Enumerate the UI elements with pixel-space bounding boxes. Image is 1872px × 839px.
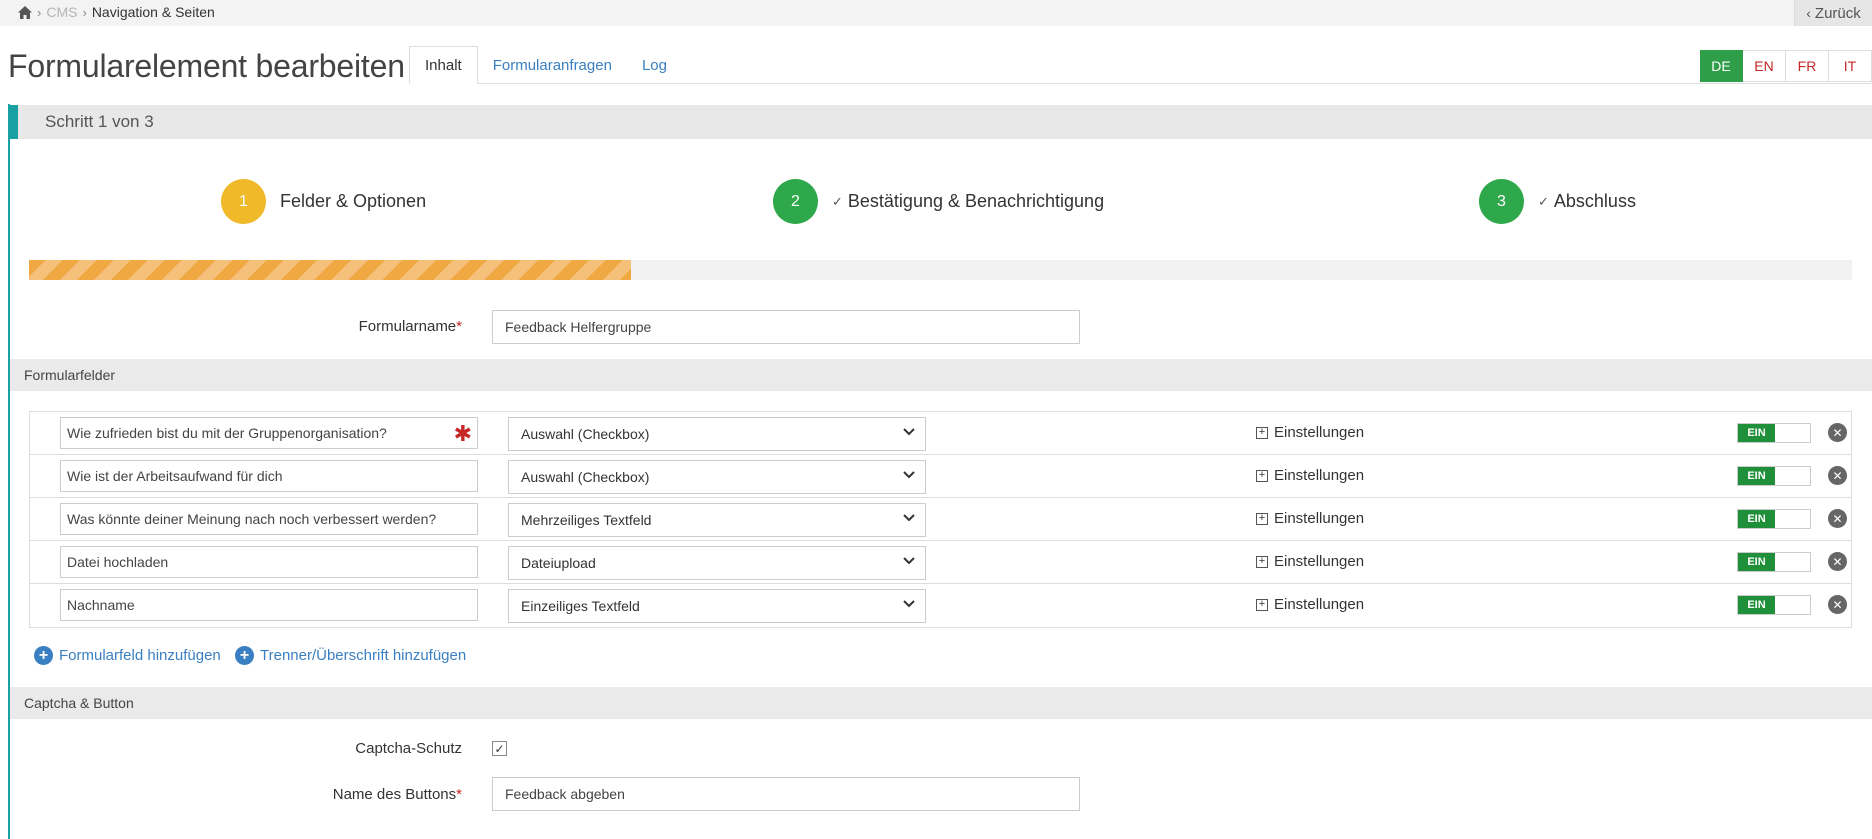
remove-field-icon[interactable]: ✕ (1828, 509, 1847, 528)
step-label: Bestätigung & Benachrichtigung (847, 191, 1105, 211)
field-active-toggle[interactable]: EIN (1737, 552, 1811, 572)
step-header-label: Schritt 1 von 3 (45, 112, 154, 131)
back-label: Zurück (1814, 4, 1861, 22)
field-settings-button[interactable]: + Einstellungen (1256, 596, 1364, 613)
top-bar: › CMS › Navigation & Seiten ‹ Zurück (0, 0, 1872, 26)
lang-fr-button[interactable]: FR (1786, 50, 1829, 82)
breadcrumb: › CMS › Navigation & Seiten (18, 4, 215, 20)
remove-field-icon[interactable]: ✕ (1828, 595, 1847, 614)
expand-plus-icon: + (1256, 426, 1268, 439)
form-field-row: Datei hochladen Dateiupload + Einstellungen… (30, 541, 1851, 584)
chevron-down-icon (903, 425, 915, 442)
remove-field-icon[interactable]: ✕ (1828, 466, 1847, 485)
check-icon: ✓ (1538, 193, 1549, 209)
chevron-right-icon: › (82, 4, 87, 20)
check-icon: ✓ (832, 193, 843, 209)
lang-en-button[interactable]: EN (1743, 50, 1786, 82)
wizard-step-3[interactable]: 3 ✓ Abschluss (1479, 179, 1636, 224)
step-number-badge: 1 (221, 179, 266, 224)
field-settings-button[interactable]: + Einstellungen (1256, 467, 1364, 484)
remove-field-icon[interactable]: ✕ (1828, 552, 1847, 571)
breadcrumb-item-cms[interactable]: CMS (46, 4, 77, 20)
chevron-right-icon: › (37, 4, 42, 20)
field-name-input[interactable]: Wie ist der Arbeitsaufwand für dich (60, 460, 478, 492)
field-active-toggle[interactable]: EIN (1737, 423, 1811, 443)
field-type-select[interactable]: Auswahl (Checkbox) (508, 460, 926, 494)
step-number-badge: 2 (773, 179, 818, 224)
captcha-label: Captcha-Schutz (355, 740, 462, 757)
form-name-input[interactable]: Feedback Helfergruppe (492, 310, 1080, 344)
field-active-toggle[interactable]: EIN (1737, 466, 1811, 486)
toggle-on-label: EIN (1738, 467, 1775, 485)
field-settings-button[interactable]: + Einstellungen (1256, 424, 1364, 441)
lang-de-button[interactable]: DE (1700, 50, 1743, 82)
chevron-down-icon (903, 511, 915, 528)
step-header: Schritt 1 von 3 (10, 105, 1872, 139)
field-type-select[interactable]: Mehrzeiliges Textfeld (508, 503, 926, 537)
expand-plus-icon: + (1256, 555, 1268, 568)
toggle-on-label: EIN (1738, 510, 1775, 528)
remove-field-icon[interactable]: ✕ (1828, 423, 1847, 442)
expand-plus-icon: + (1256, 469, 1268, 482)
field-active-toggle[interactable]: EIN (1737, 509, 1811, 529)
tab-log[interactable]: Log (627, 46, 682, 84)
field-name-input[interactable]: Wie zufrieden bist du mit der Gruppenorg… (60, 417, 478, 449)
field-name-input[interactable]: Datei hochladen (60, 546, 478, 578)
field-type-select[interactable]: Auswahl (Checkbox) (508, 417, 926, 451)
wizard-step-2[interactable]: 2 ✓ Bestätigung & Benachrichtigung (773, 179, 1104, 224)
captcha-checkbox[interactable]: ✓ (492, 741, 507, 756)
form-name-label: Formularname* (358, 318, 462, 335)
lang-it-button[interactable]: IT (1829, 50, 1872, 82)
breadcrumb-item-navigation[interactable]: Navigation & Seiten (92, 4, 215, 20)
wizard-progress-bar (29, 260, 1852, 280)
step-number-badge: 3 (1479, 179, 1524, 224)
tab-formularanfragen[interactable]: Formularanfragen (478, 46, 627, 84)
tab-inhalt[interactable]: Inhalt (409, 46, 478, 84)
form-fields-table: Wie zufrieden bist du mit der Gruppenorg… (29, 411, 1852, 628)
form-field-row: Wie ist der Arbeitsaufwand für dich Auswa… (30, 455, 1851, 498)
toggle-on-label: EIN (1738, 596, 1775, 614)
field-name-input[interactable]: Was könnte deiner Meinung nach noch verb… (60, 503, 478, 535)
add-divider-button[interactable]: + Trenner/Überschrift hinzufügen (235, 646, 466, 665)
toggle-on-label: EIN (1738, 424, 1775, 442)
home-icon[interactable] (18, 5, 32, 19)
chevron-down-icon (903, 468, 915, 485)
field-name-input[interactable]: Nachname (60, 589, 478, 621)
progress-fill (29, 260, 631, 280)
button-name-label: Name des Buttons* (332, 786, 462, 803)
step-label: Abschluss (1553, 191, 1636, 211)
language-switcher: DE EN FR IT (1700, 50, 1872, 82)
expand-plus-icon: + (1256, 512, 1268, 525)
expand-plus-icon: + (1256, 598, 1268, 611)
section-header-captcha: Captcha & Button (10, 687, 1872, 719)
step-label: Felder & Optionen (280, 191, 427, 211)
section-header-formularfelder: Formularfelder (10, 359, 1872, 391)
add-field-button[interactable]: + Formularfeld hinzufügen (34, 646, 221, 665)
chevron-down-icon (903, 554, 915, 571)
wizard-step-1[interactable]: 1 Felder & Optionen (221, 179, 426, 224)
required-asterisk-icon: ✱ (453, 421, 472, 446)
plus-circle-icon: + (235, 646, 254, 665)
back-button[interactable]: ‹ Zurück (1794, 0, 1872, 26)
toggle-on-label: EIN (1738, 553, 1775, 571)
form-field-row: Nachname Einzeiliges Textfeld + Einstellung… (30, 584, 1851, 627)
plus-circle-icon: + (34, 646, 53, 665)
field-settings-button[interactable]: + Einstellungen (1256, 510, 1364, 527)
field-type-select[interactable]: Einzeiliges Textfeld (508, 589, 926, 623)
form-field-row: Was könnte deiner Meinung nach noch verb… (30, 498, 1851, 541)
page-title: Formularelement bearbeiten (8, 48, 405, 84)
button-name-input[interactable]: Feedback abgeben (492, 777, 1080, 811)
form-field-row: Wie zufrieden bist du mit der Gruppenorg… (30, 412, 1851, 455)
tab-bar: Inhalt Formularanfragen Log (409, 46, 682, 84)
chevron-down-icon (903, 597, 915, 614)
field-settings-button[interactable]: + Einstellungen (1256, 553, 1364, 570)
chevron-left-icon: ‹ (1806, 5, 1811, 21)
field-type-select[interactable]: Dateiupload (508, 546, 926, 580)
field-active-toggle[interactable]: EIN (1737, 595, 1811, 615)
